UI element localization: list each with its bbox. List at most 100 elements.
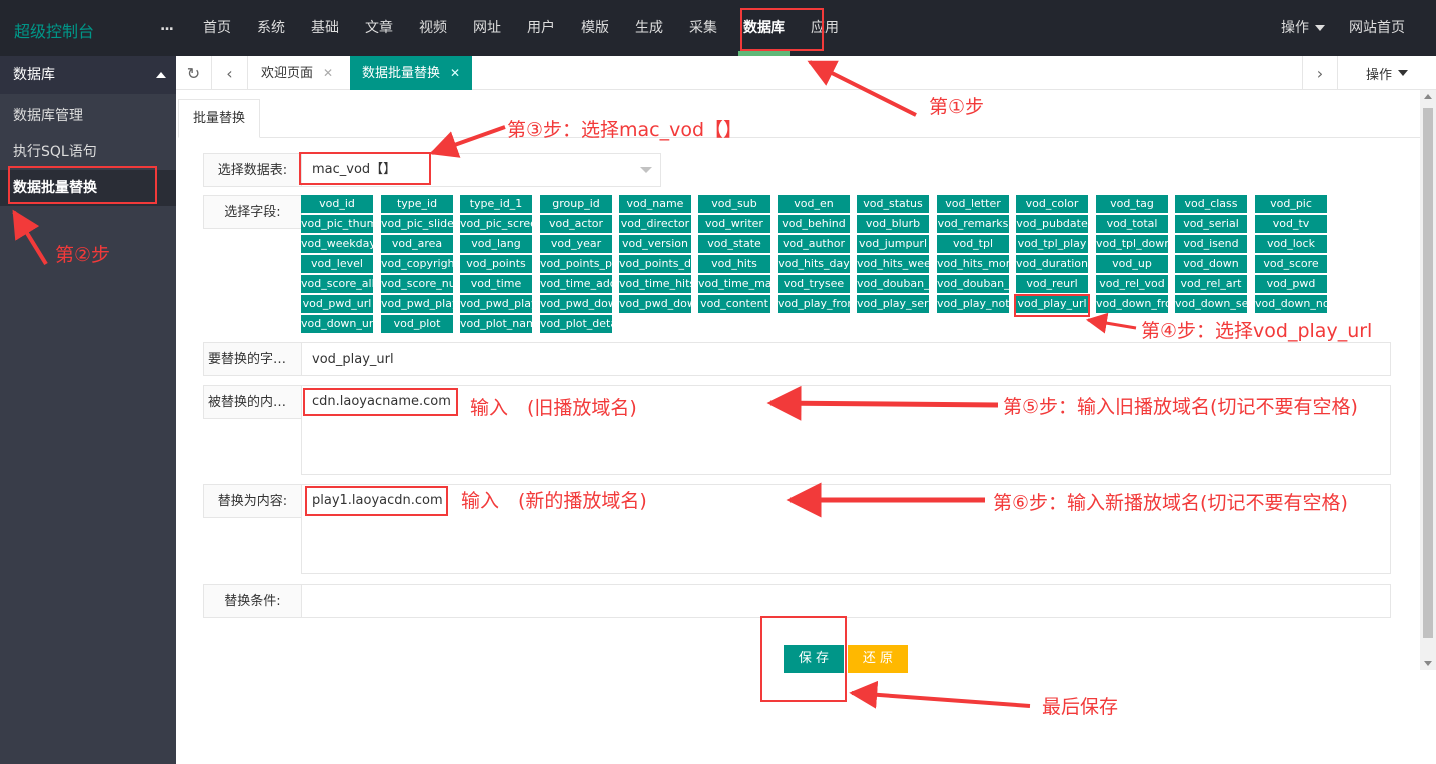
field-option[interactable]: vod_down_url — [301, 315, 373, 333]
nav-item-3[interactable]: 文章 — [352, 0, 406, 56]
field-option[interactable]: vod_pic_thumb — [301, 215, 373, 233]
field-option[interactable]: vod_time_hits — [619, 275, 691, 293]
site-home-link[interactable]: 网站首页 — [1349, 0, 1405, 56]
field-option[interactable]: vod_pwd_url — [301, 295, 373, 313]
nav-item-5[interactable]: 网址 — [460, 0, 514, 56]
sidebar-item-sql[interactable]: 执行SQL语句 — [0, 134, 176, 170]
field-option[interactable]: vod_blurb — [857, 215, 929, 233]
reset-button[interactable]: 还 原 — [848, 645, 908, 673]
field-option[interactable]: vod_total — [1096, 215, 1168, 233]
field-option[interactable]: vod_copyright — [381, 255, 453, 273]
field-option[interactable]: vod_tag — [1096, 195, 1168, 213]
field-option[interactable]: vod_pwd_play — [381, 295, 453, 313]
field-option[interactable]: vod_time_add — [540, 275, 612, 293]
condition-input[interactable] — [301, 584, 1391, 618]
field-option[interactable]: vod_weekday — [301, 235, 373, 253]
field-option[interactable]: vod_time_make — [698, 275, 770, 293]
field-option[interactable]: vod_state — [698, 235, 770, 253]
field-option[interactable]: vod_pic_screenshot — [460, 215, 532, 233]
close-icon[interactable]: ✕ — [450, 66, 460, 80]
field-option[interactable]: vod_tpl — [937, 235, 1009, 253]
field-option[interactable]: vod_serial — [1175, 215, 1247, 233]
field-option[interactable]: vod_name — [619, 195, 691, 213]
field-option[interactable]: vod_version — [619, 235, 691, 253]
field-option[interactable]: vod_score — [1255, 255, 1327, 273]
field-option[interactable]: vod_pwd_down — [540, 295, 612, 313]
nav-item-4[interactable]: 视频 — [406, 0, 460, 56]
field-option[interactable]: type_id — [381, 195, 453, 213]
field-option[interactable]: group_id — [540, 195, 612, 213]
field-option[interactable]: vod_down_note — [1255, 295, 1327, 313]
field-option[interactable]: vod_sub — [698, 195, 770, 213]
field-option[interactable]: vod_down — [1175, 255, 1247, 273]
field-option[interactable]: vod_pic — [1255, 195, 1327, 213]
field-option[interactable]: vod_rel_vod — [1096, 275, 1168, 293]
field-option[interactable]: vod_status — [857, 195, 929, 213]
field-option[interactable]: vod_points_down — [619, 255, 691, 273]
tab-welcome[interactable]: 欢迎页面 ✕ — [249, 56, 345, 90]
tab-next-icon[interactable]: › — [1302, 56, 1338, 90]
table-select[interactable]: mac_vod【】 — [301, 153, 661, 187]
field-to-replace-input[interactable]: vod_play_url — [301, 342, 1391, 376]
save-button[interactable]: 保 存 — [784, 645, 844, 673]
field-option[interactable]: vod_play_from — [778, 295, 850, 313]
field-option[interactable]: vod_rel_art — [1175, 275, 1247, 293]
field-option[interactable]: vod_year — [540, 235, 612, 253]
field-option[interactable]: vod_behind — [778, 215, 850, 233]
subtab-batch-replace[interactable]: 批量替换 — [178, 99, 260, 138]
sidebar-item-db-manage[interactable]: 数据库管理 — [0, 98, 176, 134]
field-option[interactable]: vod_down_server — [1175, 295, 1247, 313]
field-option[interactable]: vod_hits — [698, 255, 770, 273]
field-option[interactable]: vod_points_play — [540, 255, 612, 273]
topbar-action-menu[interactable]: 操作 — [1281, 0, 1325, 56]
field-option[interactable]: vod_tpl_play — [1016, 235, 1088, 253]
scroll-up-icon[interactable] — [1424, 94, 1432, 99]
field-option[interactable]: vod_play_url — [1016, 295, 1088, 313]
field-option[interactable]: vod_content — [698, 295, 770, 313]
nav-item-1[interactable]: 系统 — [244, 0, 298, 56]
field-option[interactable]: vod_pwd — [1255, 275, 1327, 293]
nav-item-2[interactable]: 基础 — [298, 0, 352, 56]
field-option[interactable]: vod_play_note — [937, 295, 1009, 313]
field-option[interactable]: vod_pwd_play_url — [460, 295, 532, 313]
field-option[interactable]: vod_jumpurl — [857, 235, 929, 253]
nav-item-0[interactable]: 首页 — [190, 0, 244, 56]
scrollbar[interactable] — [1420, 90, 1436, 670]
sidebar-section-database[interactable]: 数据库 — [0, 56, 176, 94]
more-menu-icon[interactable]: ... — [160, 18, 174, 34]
field-option[interactable]: vod_douban_score — [937, 275, 1009, 293]
field-option[interactable]: vod_trysee — [778, 275, 850, 293]
field-option[interactable]: vod_color — [1016, 195, 1088, 213]
sidebar-item-batch-replace[interactable]: 数据批量替换 — [0, 170, 176, 206]
scroll-thumb[interactable] — [1423, 108, 1433, 638]
refresh-icon[interactable]: ↻ — [176, 56, 212, 90]
field-option[interactable]: vod_en — [778, 195, 850, 213]
field-option[interactable]: vod_score_all — [301, 275, 373, 293]
field-option[interactable]: vod_down_from — [1096, 295, 1168, 313]
scroll-down-icon[interactable] — [1424, 661, 1432, 666]
nav-item-9[interactable]: 采集 — [676, 0, 730, 56]
field-option[interactable]: vod_reurl — [1016, 275, 1088, 293]
field-option[interactable]: vod_id — [301, 195, 373, 213]
nav-item-10[interactable]: 数据库 — [730, 0, 798, 56]
field-option[interactable]: vod_level — [301, 255, 373, 273]
field-option[interactable]: vod_score_num — [381, 275, 453, 293]
field-option[interactable]: vod_isend — [1175, 235, 1247, 253]
field-option[interactable]: vod_lock — [1255, 235, 1327, 253]
field-option[interactable]: vod_hits_day — [778, 255, 850, 273]
field-option[interactable]: vod_remarks — [937, 215, 1009, 233]
nav-item-11[interactable]: 应用 — [798, 0, 852, 56]
field-option[interactable]: vod_duration — [1016, 255, 1088, 273]
field-option[interactable]: type_id_1 — [460, 195, 532, 213]
field-option[interactable]: vod_pwd_down_url — [619, 295, 691, 313]
nav-item-7[interactable]: 模版 — [568, 0, 622, 56]
field-option[interactable]: vod_plot_name — [460, 315, 532, 333]
field-option[interactable]: vod_tv — [1255, 215, 1327, 233]
field-option[interactable]: vod_actor — [540, 215, 612, 233]
brand-title[interactable]: 超级控制台 — [14, 18, 94, 42]
field-option[interactable]: vod_letter — [937, 195, 1009, 213]
close-icon[interactable]: ✕ — [323, 66, 333, 80]
nav-item-6[interactable]: 用户 — [514, 0, 568, 56]
tab-batch-replace[interactable]: 数据批量替换 ✕ — [350, 56, 473, 90]
field-option[interactable]: vod_play_server — [857, 295, 929, 313]
